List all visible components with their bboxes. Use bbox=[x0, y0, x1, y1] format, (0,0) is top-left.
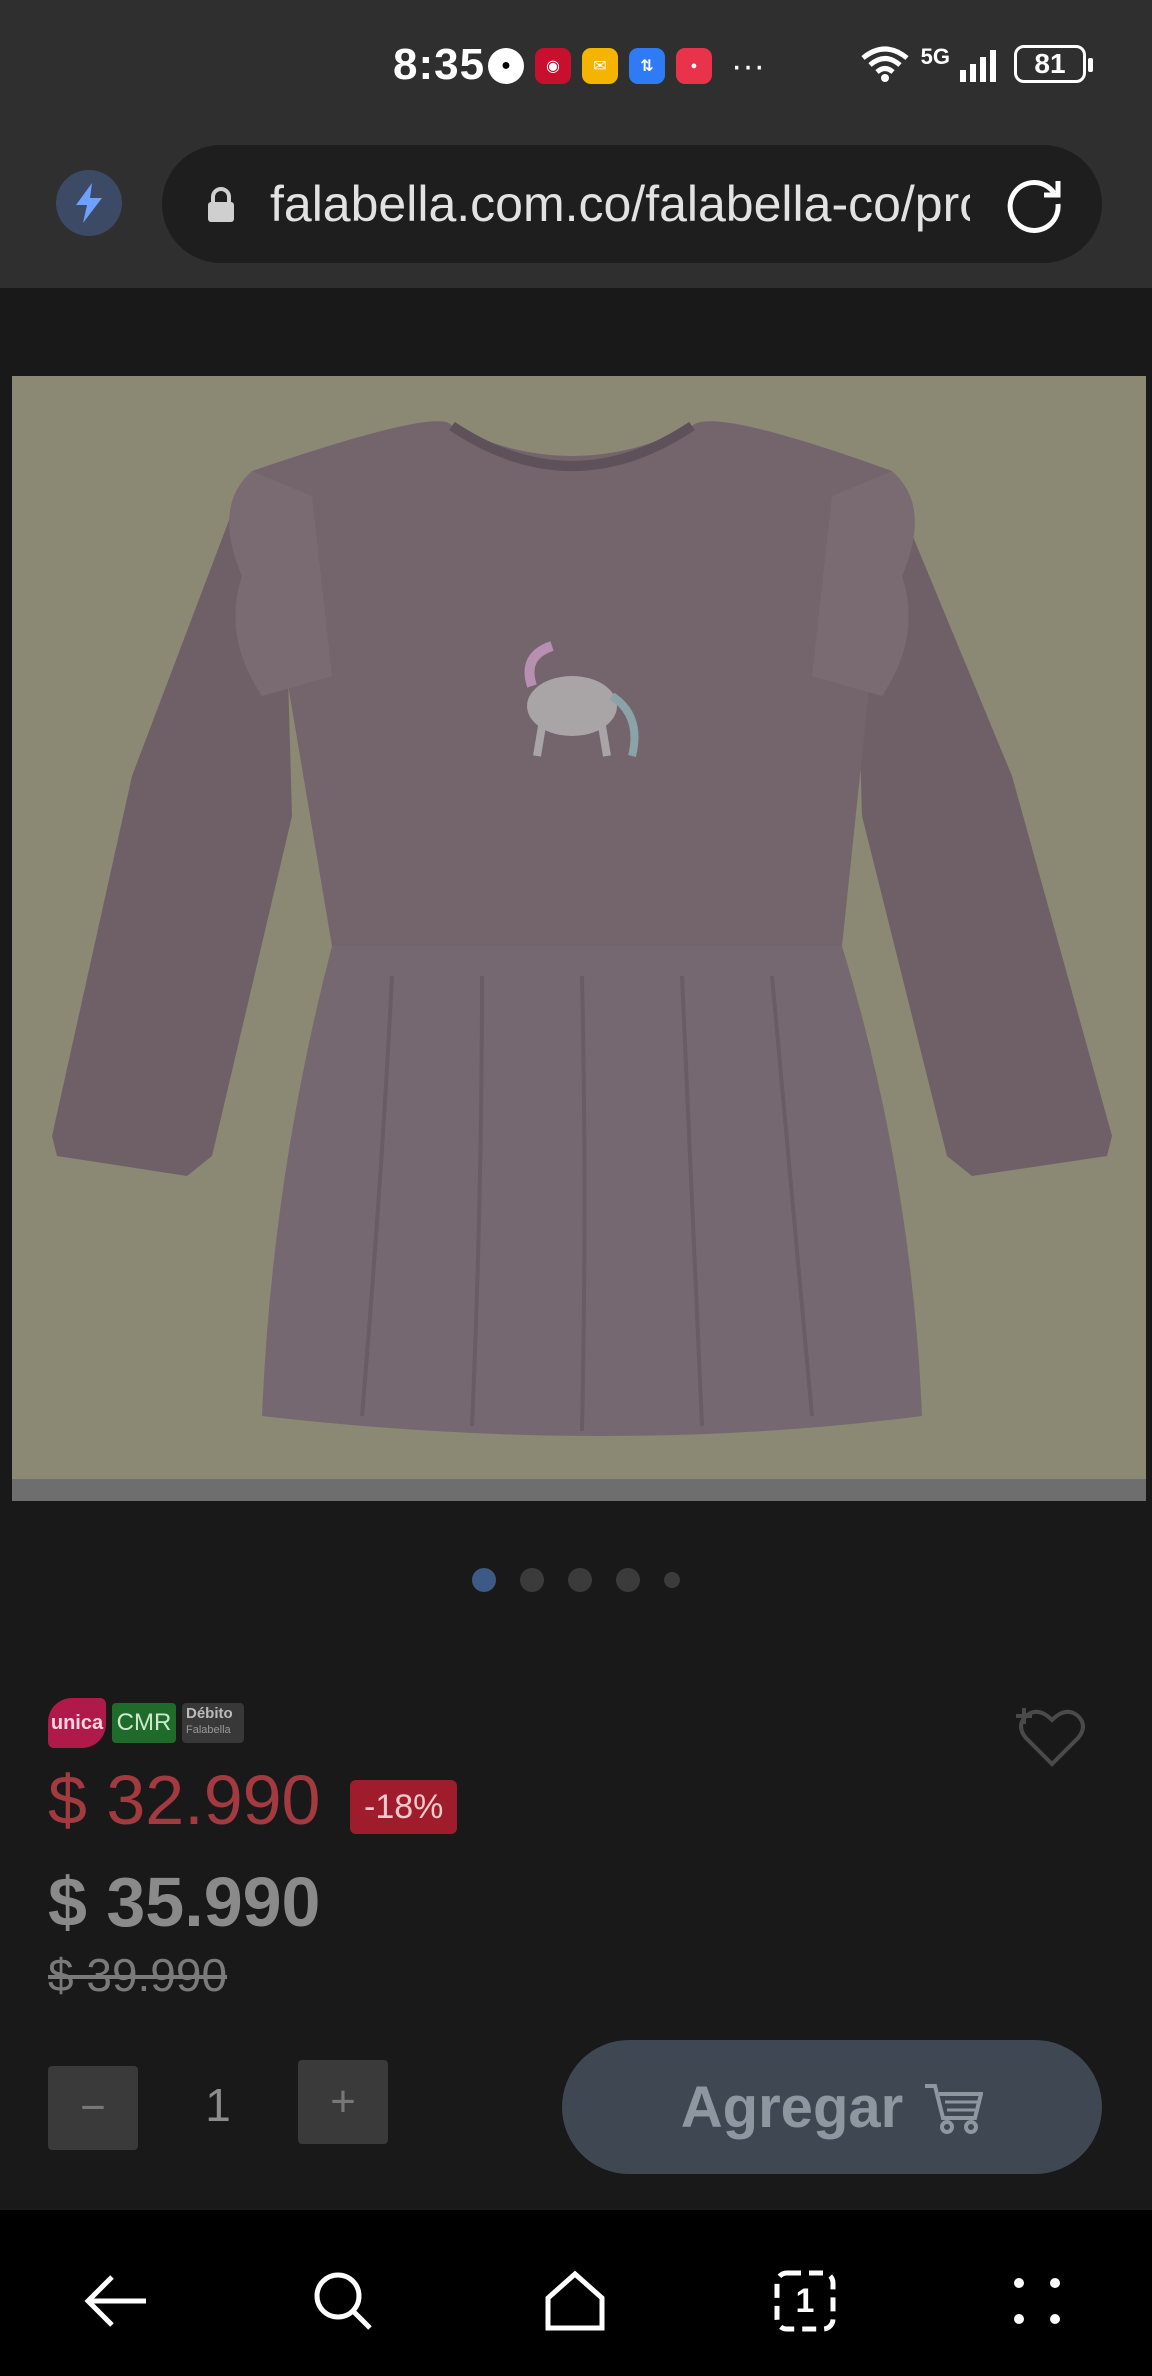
debito-label: Débito bbox=[186, 1705, 233, 1722]
home-button[interactable] bbox=[540, 2266, 610, 2336]
network-type: 5G bbox=[920, 44, 950, 69]
price-card: $ 32.990 bbox=[48, 1761, 321, 1839]
pager-dot[interactable] bbox=[616, 1568, 640, 1592]
lite-mode-button[interactable] bbox=[56, 170, 122, 236]
lock-icon bbox=[208, 187, 234, 222]
pager-dot[interactable] bbox=[664, 1572, 680, 1588]
discount-badge: -18% bbox=[350, 1780, 458, 1834]
payment-badges: unica CMR Débito Falabella bbox=[48, 1698, 244, 1748]
quantity-value: 1 bbox=[205, 2079, 231, 2131]
pager-dot[interactable] bbox=[568, 1568, 592, 1592]
mail-icon: ✉ bbox=[582, 48, 618, 84]
cmr-badge: CMR bbox=[112, 1703, 176, 1743]
image-bottom-strip bbox=[12, 1479, 1146, 1501]
status-bar: 8:35 ● ◉ ✉ ⇅ ● ··· 5G 81 bbox=[0, 0, 1152, 135]
signal-icon bbox=[960, 50, 996, 82]
status-time: 8:35 bbox=[393, 40, 486, 89]
tabs-count: 1 bbox=[795, 2281, 815, 2320]
price-internet: $ 35.990 bbox=[48, 1863, 321, 1941]
address-bar[interactable]: falabella.com.co/falabella-co/pro bbox=[162, 145, 1102, 263]
debito-badge: Débito Falabella bbox=[182, 1703, 244, 1743]
notification-icons: ● ◉ ✉ ⇅ ● ··· bbox=[488, 48, 765, 84]
reload-icon[interactable] bbox=[1004, 173, 1066, 235]
more-notifications-icon: ··· bbox=[731, 47, 765, 85]
search-button[interactable] bbox=[308, 2266, 378, 2336]
menu-dots-icon bbox=[1014, 2278, 1060, 2324]
battery-level: 81 bbox=[1034, 48, 1066, 79]
bolt-icon bbox=[76, 183, 102, 223]
app-icon: ◉ bbox=[535, 48, 571, 84]
add-to-cart-button[interactable]: Agregar bbox=[562, 2040, 1102, 2174]
price-normal: $ 39.990 bbox=[48, 1949, 228, 2001]
system-icons: 5G 81 bbox=[859, 44, 1093, 84]
debito-sublabel: Falabella bbox=[186, 1724, 231, 1736]
app-icon: ⇅ bbox=[629, 48, 665, 84]
menu-button[interactable] bbox=[1002, 2266, 1072, 2336]
battery-icon: 81 bbox=[1014, 45, 1093, 83]
product-page: unica CMR Débito Falabella $ 32.990 -18%… bbox=[0, 288, 1152, 2210]
back-arrow-icon bbox=[84, 2275, 146, 2327]
url-text[interactable]: falabella.com.co/falabella-co/pro bbox=[270, 175, 970, 233]
app-icon: ● bbox=[488, 48, 524, 84]
image-pager bbox=[0, 1568, 1152, 1592]
bottom-nav-bar: 1 bbox=[0, 2210, 1152, 2376]
tabs-button[interactable]: 1 bbox=[770, 2266, 840, 2336]
dress-image bbox=[12, 376, 1146, 1479]
search-icon bbox=[314, 2272, 372, 2330]
add-to-cart-label: Agregar bbox=[680, 2074, 904, 2140]
pager-dot[interactable] bbox=[472, 1568, 496, 1592]
app-icon: ● bbox=[676, 48, 712, 84]
unica-badge: unica bbox=[48, 1698, 106, 1748]
quantity-decrease-button[interactable]: − bbox=[48, 2066, 138, 2150]
back-button[interactable] bbox=[80, 2266, 150, 2336]
quantity-increase-button[interactable]: + bbox=[298, 2060, 388, 2144]
add-to-wishlist-icon[interactable] bbox=[1016, 1706, 1088, 1768]
product-image[interactable] bbox=[12, 376, 1146, 1501]
home-icon bbox=[545, 2270, 605, 2331]
cart-icon bbox=[925, 2084, 984, 2134]
pager-dot[interactable] bbox=[520, 1568, 544, 1592]
wifi-icon bbox=[861, 46, 909, 82]
